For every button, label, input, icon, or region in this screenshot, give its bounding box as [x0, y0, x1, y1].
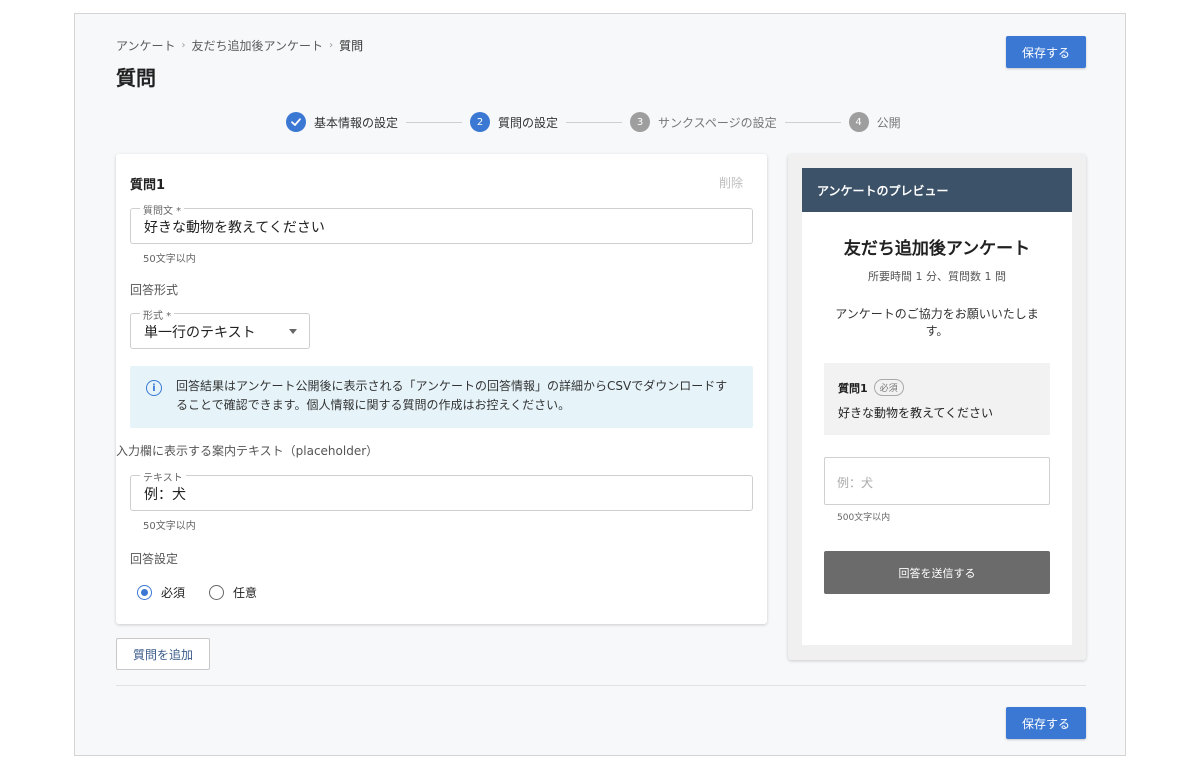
- radio-required-label: 必須: [161, 586, 186, 600]
- divider: [116, 685, 1086, 686]
- step-basic-info[interactable]: 基本情報の設定: [286, 112, 398, 132]
- breadcrumb-item-survey[interactable]: アンケート: [116, 37, 176, 54]
- question-card: 質問1 削除 質問文 * 好きな動物を教えてください 50文字以内 回答形式 形…: [116, 154, 767, 624]
- step-label: 公開: [876, 115, 901, 130]
- step-connector: [566, 121, 623, 123]
- info-icon: i: [146, 380, 162, 396]
- app-frame: アンケート › 友だち追加後アンケート › 質問 質問 保存する 基本情報の設定…: [74, 13, 1126, 756]
- question-text-value: 好きな動物を教えてください: [144, 220, 325, 236]
- page-title: 質問: [116, 66, 156, 90]
- stepper: 基本情報の設定 2 質問の設定 3 サンクスページの設定 4 公開: [286, 111, 901, 133]
- radio-unchecked-icon: [209, 585, 224, 600]
- placeholder-value: 例：犬: [144, 487, 186, 503]
- placeholder-field[interactable]: テキスト 例：犬: [130, 469, 753, 511]
- caret-down-icon: [289, 329, 297, 334]
- radio-checked-icon: [137, 585, 152, 600]
- preview-submit-button[interactable]: 回答を送信する: [824, 551, 1050, 594]
- preview-panel: アンケートのプレビュー 友だち追加後アンケート 所要時間 1 分、質問数 1 問…: [788, 154, 1086, 660]
- placeholder-label: 入力欄に表示する案内テキスト（placeholder）: [116, 444, 379, 458]
- add-question-button[interactable]: 質問を追加: [116, 638, 210, 670]
- check-icon: [286, 112, 306, 132]
- preview-answer-input[interactable]: 例：犬: [824, 457, 1050, 505]
- step-label: 基本情報の設定: [314, 115, 399, 130]
- save-button-bottom[interactable]: 保存する: [1006, 707, 1086, 739]
- question-text-helper: 50文字以内: [143, 254, 196, 265]
- preview-input-placeholder: 例：犬: [837, 476, 874, 490]
- breadcrumb: アンケート › 友だち追加後アンケート › 質問: [116, 37, 363, 54]
- step-publish[interactable]: 4 公開: [848, 112, 901, 132]
- question-title: 質問1: [130, 178, 166, 193]
- preview-description: アンケートのご協力をお願いいたします。: [835, 307, 1039, 338]
- format-select[interactable]: 形式 * 単一行のテキスト: [130, 307, 310, 349]
- step-connector: [406, 121, 463, 123]
- step-question[interactable]: 2 質問の設定: [470, 112, 558, 132]
- preview-question-box: 質問1 必須 好きな動物を教えてください: [824, 363, 1050, 435]
- preview-title: 友だち追加後アンケート: [843, 239, 1031, 259]
- question-text-field[interactable]: 質問文 * 好きな動物を教えてください: [130, 202, 753, 244]
- preview-header: アンケートのプレビュー: [802, 168, 1072, 212]
- field-legend: 質問文 *: [140, 202, 185, 217]
- radio-optional-label: 任意: [233, 586, 258, 600]
- step-number: 3: [630, 112, 651, 132]
- radio-optional[interactable]: 任意: [209, 584, 257, 601]
- preview-question-number: 質問1: [838, 381, 868, 395]
- step-thanks-page[interactable]: 3 サンクスページの設定: [630, 112, 777, 132]
- preview-question-label: 質問1 必須: [838, 379, 904, 396]
- field-legend: 形式 *: [140, 307, 175, 322]
- save-button-top[interactable]: 保存する: [1006, 36, 1086, 68]
- answer-format-label: 回答形式: [130, 283, 179, 297]
- required-badge: 必須: [873, 379, 904, 396]
- format-select-value: 単一行のテキスト: [144, 325, 256, 341]
- step-number: 4: [848, 112, 869, 132]
- preview-input-helper: 500文字以内: [837, 513, 891, 523]
- preview-subtitle: 所要時間 1 分、質問数 1 問: [868, 270, 1006, 283]
- answer-setting-label: 回答設定: [130, 552, 179, 566]
- delete-button[interactable]: 削除: [719, 174, 743, 191]
- step-label: 質問の設定: [498, 115, 559, 130]
- step-connector: [784, 121, 841, 123]
- radio-required[interactable]: 必須: [137, 584, 185, 601]
- preview-question-text: 好きな動物を教えてください: [838, 406, 994, 420]
- step-number: 2: [470, 112, 491, 132]
- placeholder-helper: 50文字以内: [143, 521, 196, 532]
- info-alert: i 回答結果はアンケート公開後に表示される「アンケートの回答情報」の詳細からCS…: [130, 366, 753, 428]
- breadcrumb-separator: ›: [181, 40, 186, 51]
- info-text: 回答結果はアンケート公開後に表示される「アンケートの回答情報」の詳細からCSVで…: [176, 379, 728, 412]
- preview-body: 友だち追加後アンケート 所要時間 1 分、質問数 1 問 アンケートのご協力をお…: [802, 212, 1072, 645]
- step-label: サンクスページの設定: [658, 115, 777, 130]
- field-legend: テキスト: [140, 469, 186, 484]
- breadcrumb-separator: ›: [329, 40, 334, 51]
- breadcrumb-item-current: 質問: [339, 39, 364, 53]
- breadcrumb-item-survey-name[interactable]: 友だち追加後アンケート: [192, 37, 324, 54]
